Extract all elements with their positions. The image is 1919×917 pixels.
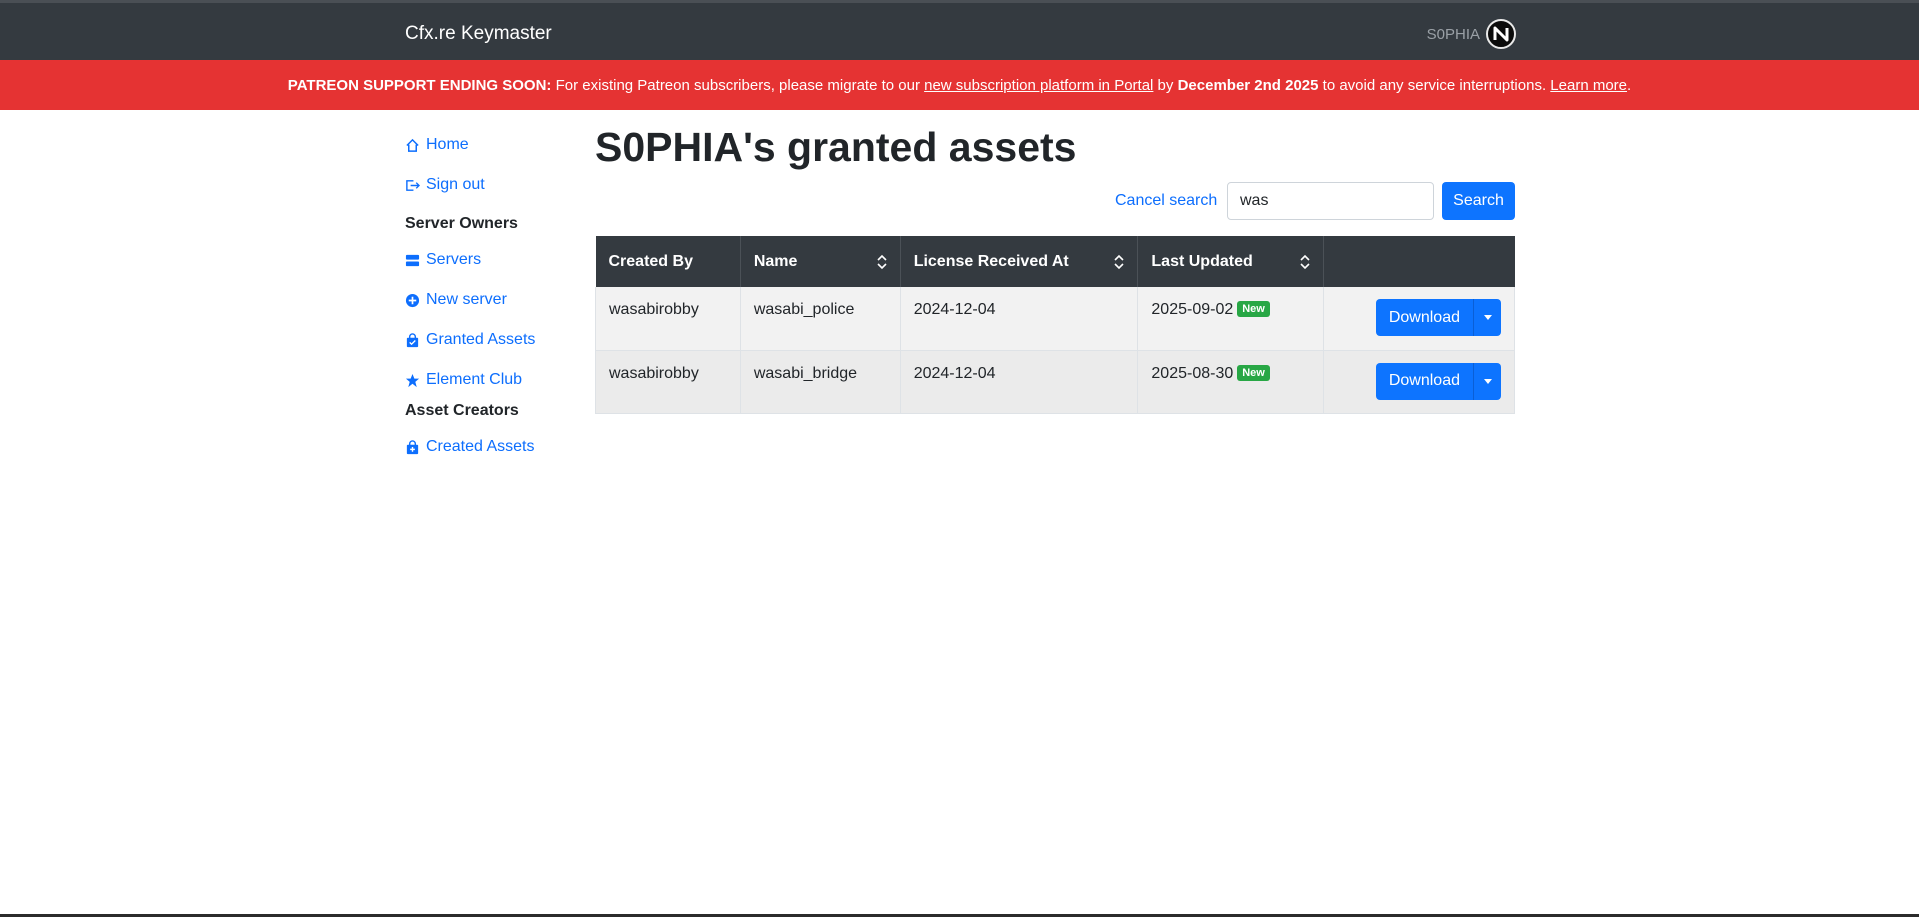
- home-icon: [406, 138, 419, 152]
- plus-circle-icon: [405, 293, 420, 307]
- sort-icon[interactable]: [1113, 254, 1125, 270]
- brand-title[interactable]: Cfx.re Keymaster: [405, 23, 552, 45]
- sidebar-item-sign-out[interactable]: Sign out: [405, 176, 485, 194]
- download-button[interactable]: Download: [1375, 362, 1473, 400]
- avatar-logo-icon: [1493, 26, 1509, 42]
- server-owners-heading: Server Owners: [405, 215, 518, 232]
- col-name[interactable]: Name: [740, 236, 901, 287]
- sidebar-item-label: Created Assets: [426, 438, 535, 455]
- download-dropdown-toggle[interactable]: [1473, 299, 1501, 336]
- banner-text-1: For existing Patreon subscribers, please…: [551, 76, 925, 94]
- bag-icon: [406, 332, 419, 347]
- star-icon: [405, 373, 420, 387]
- cell-license: 2024-12-04: [900, 350, 1139, 414]
- sign-out-icon: [406, 179, 420, 191]
- table-row: wasabirobby wasabi_police 2024-12-04 202…: [595, 287, 1515, 351]
- updated-date: 2025-08-30: [1151, 364, 1234, 382]
- header-label: Name: [753, 252, 798, 270]
- banner-text-2: by: [1153, 76, 1178, 94]
- cell-name: wasabi_bridge: [740, 350, 901, 414]
- user-menu[interactable]: S0PHIA: [1427, 19, 1516, 49]
- download-dropdown-toggle[interactable]: [1473, 362, 1501, 400]
- cell-action: Download: [1323, 350, 1515, 414]
- sidebar-item-servers[interactable]: Servers: [405, 251, 481, 269]
- learn-more-link[interactable]: Learn more: [1550, 77, 1627, 94]
- col-last-updated[interactable]: Last Updated: [1137, 236, 1325, 287]
- caret-down-icon: [1483, 378, 1492, 384]
- sidebar-item-label: Granted Assets: [426, 331, 536, 348]
- cell-action: Download: [1323, 287, 1515, 351]
- portal-link[interactable]: new subscription platform in Portal: [924, 77, 1153, 94]
- download-button-group: Download: [1375, 362, 1501, 400]
- asset-creators-heading: Asset Creators: [405, 402, 519, 419]
- cell-name: wasabi_police: [740, 287, 901, 351]
- sidebar-item-label: Servers: [426, 251, 482, 268]
- cell-created-by: wasabirobby: [595, 287, 741, 351]
- download-button[interactable]: Download: [1375, 299, 1473, 336]
- cancel-search-link[interactable]: Cancel search: [1115, 192, 1217, 210]
- caret-down-icon: [1483, 315, 1492, 320]
- banner-end: .: [1627, 76, 1632, 94]
- col-actions: [1324, 236, 1515, 287]
- sort-icon[interactable]: [1299, 254, 1311, 270]
- header-label: License Received At: [913, 252, 1069, 270]
- cell-updated: 2025-08-30 New: [1137, 350, 1325, 414]
- top-navbar: Cfx.re Keymaster S0PHIA: [0, 0, 1919, 60]
- sidebar-item-label: Element Club: [426, 371, 523, 388]
- assets-table: Created By Name License Received At Last…: [595, 236, 1515, 414]
- sort-icon[interactable]: [876, 254, 888, 270]
- header-label: Created By: [608, 252, 693, 270]
- sidebar-item-element-club[interactable]: Element Club: [405, 371, 522, 389]
- col-license-received[interactable]: License Received At: [900, 236, 1139, 287]
- table-header-row: Created By Name License Received At Last…: [595, 236, 1515, 287]
- search-button[interactable]: Search: [1442, 182, 1515, 220]
- new-badge: New: [1237, 301, 1270, 317]
- search-input[interactable]: [1227, 182, 1434, 220]
- header-label: Last Updated: [1151, 252, 1253, 270]
- patreon-banner: PATREON SUPPORT ENDING SOON: For existin…: [0, 60, 1919, 110]
- sidebar-item-created-assets[interactable]: Created Assets: [405, 438, 535, 456]
- servers-icon: [405, 254, 420, 266]
- new-badge: New: [1237, 364, 1270, 381]
- updated-date: 2025-09-02: [1151, 301, 1234, 318]
- download-button-group: Download: [1375, 299, 1501, 336]
- user-name[interactable]: S0PHIA: [1427, 26, 1480, 43]
- bag-plus-icon: [406, 439, 419, 454]
- sidebar-item-granted-assets[interactable]: Granted Assets: [405, 331, 535, 349]
- banner-strong: PATREON SUPPORT ENDING SOON:: [287, 76, 552, 94]
- sidebar-item-label: Home: [426, 136, 469, 153]
- table-row: wasabirobby wasabi_bridge 2024-12-04 202…: [595, 350, 1515, 414]
- banner-text-3: to avoid any service interruptions.: [1318, 76, 1551, 94]
- page-title: S0PHIA's granted assets: [595, 124, 1077, 170]
- cell-created-by: wasabirobby: [595, 350, 741, 414]
- col-created-by[interactable]: Created By: [595, 236, 741, 287]
- sidebar-item-home[interactable]: Home: [405, 136, 469, 154]
- sidebar-item-new-server[interactable]: New server: [405, 291, 507, 309]
- banner-date: December 2nd 2025: [1177, 76, 1319, 94]
- avatar[interactable]: [1486, 19, 1516, 49]
- sidebar-item-label: New server: [426, 291, 507, 308]
- sidebar-item-label: Sign out: [426, 176, 485, 193]
- cell-license: 2024-12-04: [900, 287, 1139, 351]
- cell-updated: 2025-09-02 New: [1137, 287, 1325, 351]
